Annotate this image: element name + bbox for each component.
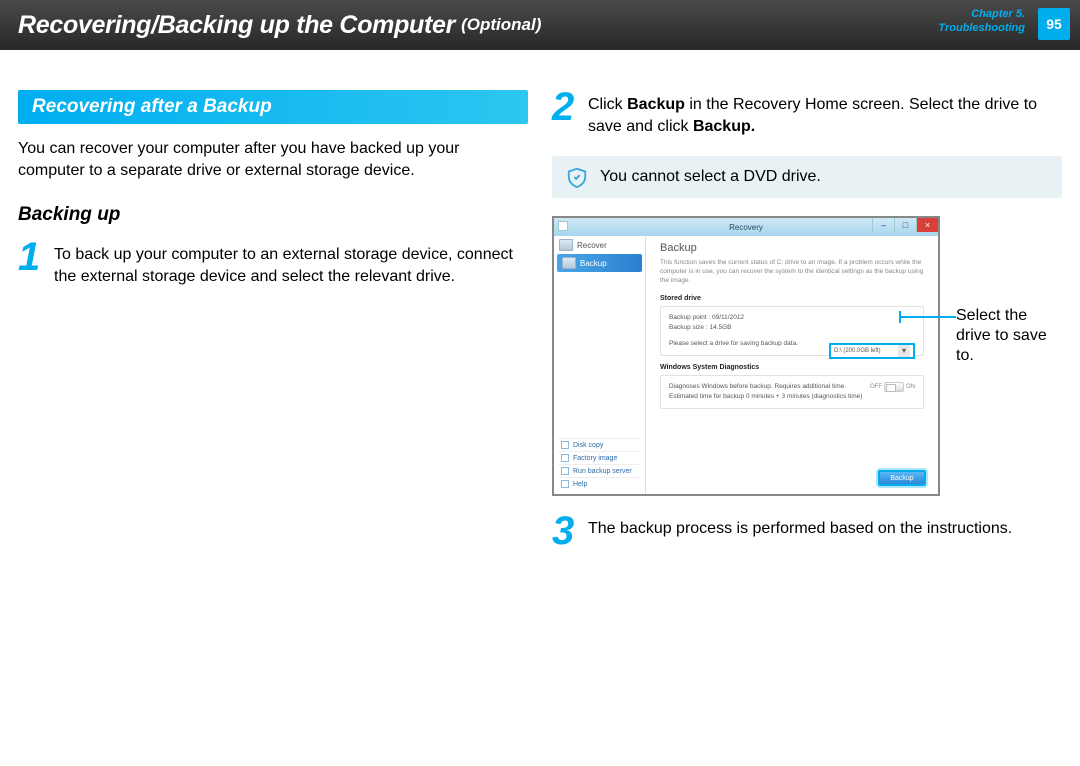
step-3: 3 The backup process is performed based … (552, 514, 1062, 548)
maximize-button[interactable]: □ (894, 218, 916, 232)
note-icon (566, 166, 588, 188)
drive-select-value: D:\ (200.0GB left) (834, 346, 881, 356)
help-label: Help (573, 481, 587, 488)
step-number-2: 2 (552, 90, 578, 138)
page-title-optional: (Optional) (461, 15, 541, 35)
window-titlebar: Recovery – □ × (554, 218, 938, 236)
toggle-off-label: OFF (870, 382, 882, 392)
stored-drive-header: Stored drive (660, 295, 924, 302)
left-column: Recovering after a Backup You can recove… (18, 90, 528, 566)
minimize-button[interactable]: – (872, 218, 894, 232)
diagnostics-toggle[interactable] (884, 382, 904, 392)
diag-line1: Diagnoses Windows before backup. Require… (669, 382, 862, 392)
step-number-3: 3 (552, 514, 578, 548)
step-2-text: Click Backup in the Recovery Home screen… (588, 90, 1062, 138)
sidebar-link-factory[interactable]: Factory image (558, 451, 641, 464)
step-3-text: The backup process is performed based on… (588, 514, 1012, 548)
diag-line2: Estimated time for backup 0 minutes + 3 … (669, 392, 862, 402)
note-box: You cannot select a DVD drive. (552, 156, 1062, 198)
recover-icon (559, 239, 573, 251)
step2-bold2: Backup. (693, 118, 755, 135)
diagnostics-panel: Diagnoses Windows before backup. Require… (660, 375, 924, 409)
intro-paragraph: You can recover your computer after you … (18, 138, 528, 182)
sidebar-link-diskcopy[interactable]: Disk copy (558, 438, 641, 451)
diagnostics-header: Windows System Diagnostics (660, 364, 924, 371)
backup-icon (562, 257, 576, 269)
sidebar-item-recover[interactable]: Recover (554, 236, 645, 254)
sidebar-label-recover: Recover (577, 241, 607, 250)
recovery-window: Recovery – □ × Recover (552, 216, 940, 496)
step-1: 1 To back up your computer to an externa… (18, 240, 528, 288)
sidebar-link-help[interactable]: Help (558, 477, 641, 490)
sidebar: Recover Backup Disk copy Factory image R… (554, 236, 646, 494)
backup-size: Backup size : 14.5GB (669, 323, 915, 333)
sidebar-item-backup[interactable]: Backup (557, 254, 642, 272)
window-controls: – □ × (872, 218, 938, 232)
chapter-line1: Chapter 5. (938, 7, 1025, 21)
page-header: Recovering/Backing up the Computer (Opti… (0, 0, 1080, 50)
runserver-label: Run backup server (573, 468, 632, 475)
subsection-header: Backing up (18, 204, 528, 226)
main-heading: Backup (660, 242, 924, 254)
window-icon (558, 221, 568, 231)
chevron-down-icon: ▾ (898, 345, 910, 357)
main-panel: Backup This function saves the current s… (646, 236, 938, 494)
page-number: 95 (1038, 8, 1070, 40)
window-title: Recovery (729, 223, 763, 232)
sidebar-label-backup: Backup (580, 259, 607, 268)
screenshot-figure: Recovery – □ × Recover (552, 216, 1062, 496)
backup-button[interactable]: Backup (878, 470, 926, 486)
close-button[interactable]: × (916, 218, 938, 232)
runserver-icon (561, 467, 569, 475)
chapter-label: Chapter 5. Troubleshooting (938, 7, 1025, 35)
section-header: Recovering after a Backup (18, 90, 528, 124)
diskcopy-icon (561, 441, 569, 449)
diskcopy-label: Disk copy (573, 442, 603, 449)
right-column: 2 Click Backup in the Recovery Home scre… (552, 90, 1062, 566)
toggle-on-label: ON (906, 382, 915, 392)
step2-bold1: Backup (627, 96, 685, 113)
callout-connector (900, 316, 956, 318)
chapter-line2: Troubleshooting (938, 21, 1025, 35)
drive-select-dropdown[interactable]: D:\ (200.0GB left) ▾ (829, 343, 915, 359)
callout-text: Select the drive to save to. (956, 306, 1062, 366)
help-icon (561, 480, 569, 488)
page-title: Recovering/Backing up the Computer (18, 11, 455, 40)
main-description: This function saves the current status o… (660, 258, 924, 285)
step2-frag1: Click (588, 96, 627, 113)
factory-label: Factory image (573, 455, 617, 462)
stored-drive-panel: Backup point : 09/11/2012 Backup size : … (660, 306, 924, 356)
step-1-text: To back up your computer to an external … (54, 240, 528, 288)
sidebar-link-runserver[interactable]: Run backup server (558, 464, 641, 477)
step-2: 2 Click Backup in the Recovery Home scre… (552, 90, 1062, 138)
step-number-1: 1 (18, 240, 44, 288)
factory-icon (561, 454, 569, 462)
note-text: You cannot select a DVD drive. (600, 168, 821, 186)
backup-point: Backup point : 09/11/2012 (669, 313, 915, 323)
